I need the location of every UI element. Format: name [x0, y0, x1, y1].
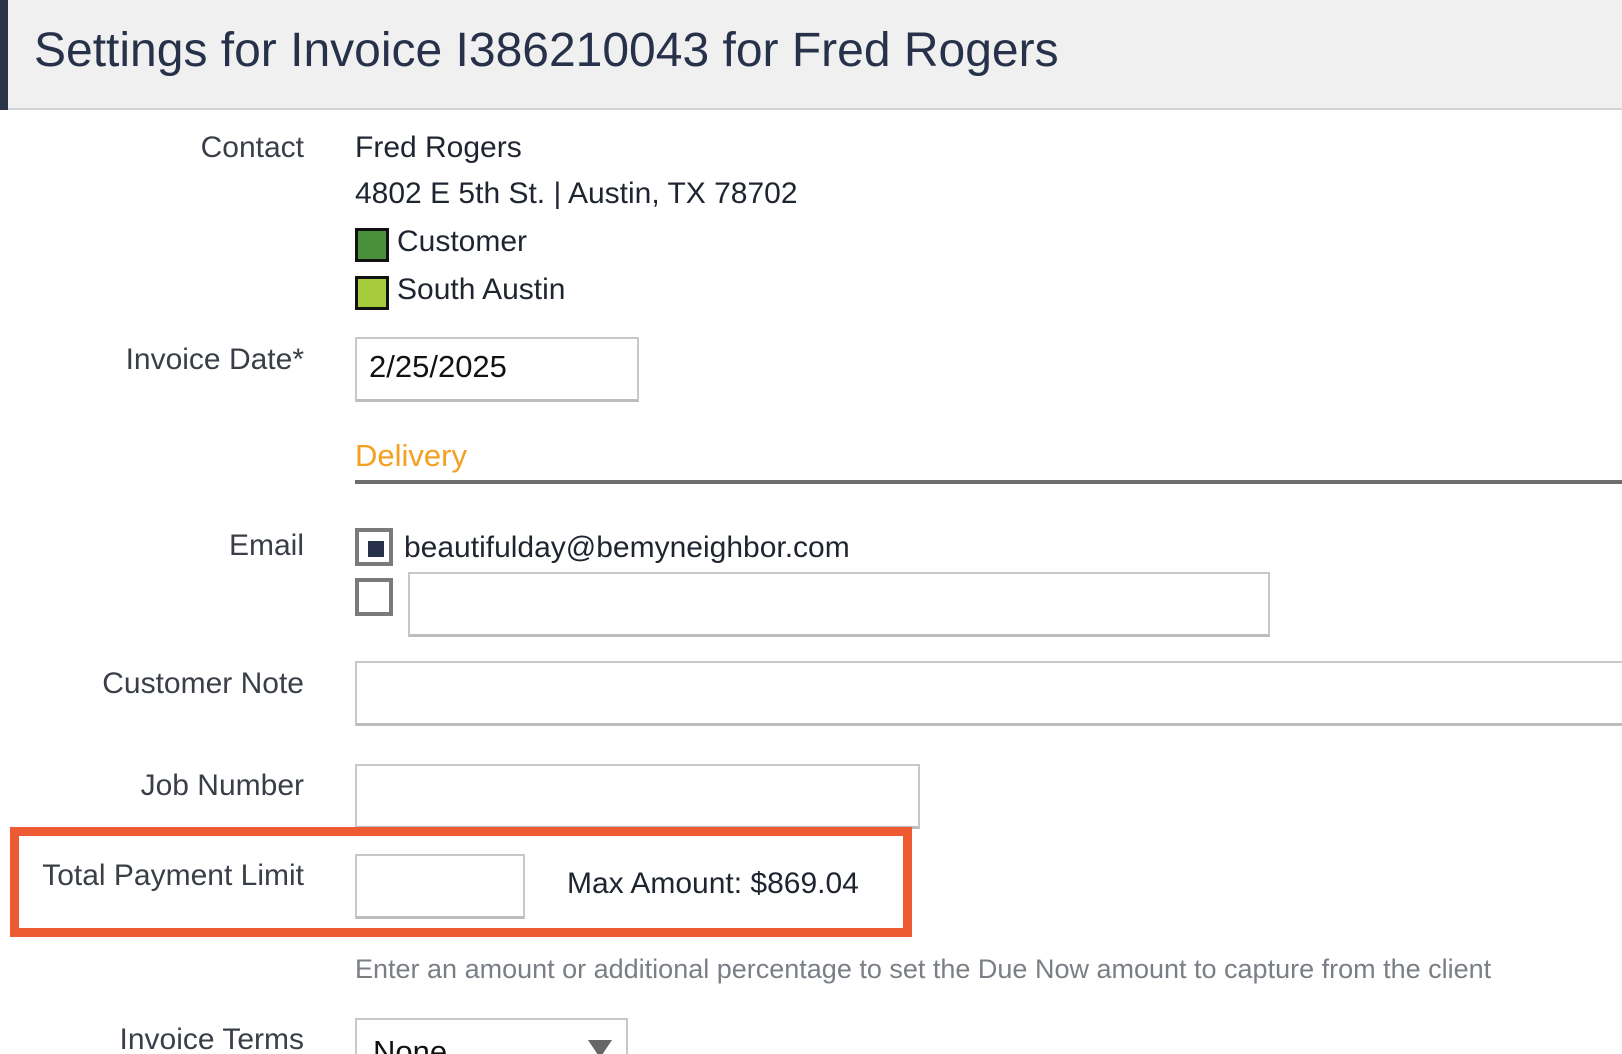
invoice-settings-page: Settings for Invoice I386210043 for Fred…: [0, 0, 1622, 1054]
south-austin-tag-label: South Austin: [397, 273, 566, 306]
page-title: Settings for Invoice I386210043 for Fred…: [34, 24, 1059, 77]
dropdown-arrow-icon: [588, 1040, 612, 1054]
contact-label: Contact: [200, 131, 304, 164]
delivery-section-title: Delivery: [355, 438, 467, 473]
payment-limit-helper-text: Enter an amount or additional percentage…: [355, 954, 1492, 984]
invoice-terms-select[interactable]: None: [355, 1018, 628, 1054]
invoice-date-value: 2/25/2025: [369, 349, 507, 384]
primary-email-address: beautifulday@bemyneighbor.com: [404, 531, 850, 564]
job-number-label: Job Number: [140, 769, 304, 802]
checkbox-checked-mark: [368, 541, 384, 557]
invoice-terms-selected-value: None: [373, 1034, 448, 1054]
invoice-terms-label: Invoice Terms: [119, 1023, 304, 1054]
max-amount-text: Max Amount: $869.04: [567, 867, 859, 900]
job-number-input[interactable]: [355, 764, 920, 829]
customer-tag-label: Customer: [397, 225, 528, 258]
customer-note-input[interactable]: [355, 661, 1622, 726]
invoice-date-label: Invoice Date*: [125, 343, 304, 376]
invoice-date-input[interactable]: 2/25/2025: [355, 337, 639, 402]
additional-email-input[interactable]: [408, 572, 1270, 637]
south-austin-tag-swatch: [355, 276, 389, 310]
page-header: Settings for Invoice I386210043 for Fred…: [0, 0, 1622, 110]
contact-name: Fred Rogers: [355, 131, 522, 164]
payment-limit-input[interactable]: [355, 854, 525, 919]
delivery-divider: [355, 480, 1622, 484]
primary-email-checkbox[interactable]: [355, 528, 393, 566]
contact-address: 4802 E 5th St. | Austin, TX 78702: [355, 177, 798, 210]
email-label: Email: [228, 529, 304, 562]
header-accent-bar: [0, 0, 8, 110]
payment-limit-label: Total Payment Limit: [42, 859, 304, 892]
customer-note-label: Customer Note: [102, 667, 304, 700]
customer-tag-swatch: [355, 228, 389, 262]
additional-email-checkbox[interactable]: [355, 578, 393, 616]
